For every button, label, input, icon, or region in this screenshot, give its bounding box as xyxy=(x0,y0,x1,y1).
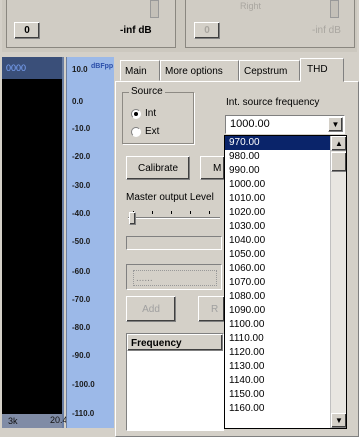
right-header-text: Right xyxy=(240,1,262,11)
dropdown-option[interactable]: 970.00 xyxy=(225,136,330,150)
frequency-dropdown-list[interactable]: 970.00 980.00 990.00 1000.00 1010.00 102… xyxy=(224,135,347,429)
arrow-up-icon[interactable]: ▲ xyxy=(331,136,346,151)
slider-tick xyxy=(171,211,172,214)
dropdown-option[interactable]: 1160.00 xyxy=(225,402,330,416)
dropdown-scrollbar[interactable]: ▲ ▼ xyxy=(330,136,346,428)
scale-label: -40.0 xyxy=(72,209,91,218)
dropdown-option[interactable]: 1050.00 xyxy=(225,248,330,262)
radio-int-indicator[interactable] xyxy=(131,108,141,119)
source-int-radio[interactable]: Int xyxy=(131,108,156,119)
spectrum-display[interactable]: 0000 3k xyxy=(2,57,64,428)
scale-label: -100.0 xyxy=(72,380,95,389)
tab-cepstrum[interactable]: Cepstrum xyxy=(239,60,300,81)
scale-label: -70.0 xyxy=(72,295,91,304)
add-button[interactable]: Add xyxy=(126,296,176,322)
tab-more-options[interactable]: More options xyxy=(160,60,239,81)
dropdown-option[interactable]: 1130.00 xyxy=(225,360,330,374)
dropdown-option[interactable]: 1100.00 xyxy=(225,318,330,332)
dropdown-scroll-thumb[interactable] xyxy=(331,152,346,172)
scale-label: -20.0 xyxy=(72,152,91,161)
slider-tick xyxy=(209,211,210,214)
dropdown-option[interactable]: 1010.00 xyxy=(225,192,330,206)
level-scale: 10.0 dBFpp 0.0 -10.0 -20.0 -30.0 -40.0 -… xyxy=(66,57,114,428)
dropdown-option[interactable]: 1020.00 xyxy=(225,206,330,220)
scale-label: -110.0 xyxy=(72,409,95,418)
master-output-track[interactable] xyxy=(128,217,220,219)
tab-thd[interactable]: THD xyxy=(300,58,344,82)
frequency-column-header[interactable]: Frequency xyxy=(127,334,223,351)
m-button[interactable]: M xyxy=(200,156,225,180)
dropdown-option[interactable]: 990.00 xyxy=(225,164,330,178)
source-ext-radio[interactable]: Ext xyxy=(131,126,159,137)
frequency-select-value: 1000.00 xyxy=(230,118,270,130)
dropdown-option[interactable]: 1120.00 xyxy=(225,346,330,360)
frequency-entry-focus: ...... xyxy=(133,270,217,286)
scale-label: -10.0 xyxy=(72,124,91,133)
dropdown-option[interactable]: 1090.00 xyxy=(225,304,330,318)
spectrum-top-readout: 0000 xyxy=(2,57,62,79)
scale-label: 0.0 xyxy=(72,97,84,106)
dropdown-option[interactable]: 1040.00 xyxy=(225,234,330,248)
scale-label: -60.0 xyxy=(72,267,91,276)
left-fader-stub[interactable] xyxy=(150,0,159,18)
scale-top-label: 10.0 xyxy=(72,65,88,74)
slider-tick xyxy=(152,211,153,214)
output-level-bar xyxy=(126,236,222,250)
source-ext-label: Ext xyxy=(145,126,160,137)
scale-label: -80.0 xyxy=(72,323,91,332)
master-output-label: Master output Level xyxy=(126,192,214,203)
left-zero-button[interactable]: 0 xyxy=(14,22,40,39)
scale-label: -90.0 xyxy=(72,351,91,360)
int-source-frequency-label: Int. source frequency xyxy=(226,97,320,108)
int-source-frequency-select[interactable]: 1000.00 ▼ xyxy=(225,115,345,134)
master-output-slider-thumb[interactable] xyxy=(129,212,136,225)
left-db-label: -inf dB xyxy=(120,25,152,36)
chevron-down-icon[interactable]: ▼ xyxy=(328,117,343,132)
slider-tick xyxy=(190,211,191,214)
right-zero-button[interactable]: 0 xyxy=(194,22,220,39)
scale-label: -50.0 xyxy=(72,237,91,246)
frequency-entry-placeholder: ...... xyxy=(136,273,153,284)
calibrate-button[interactable]: Calibrate xyxy=(126,156,190,180)
source-int-label: Int xyxy=(145,108,157,119)
right-db-label: -inf dB xyxy=(312,25,341,36)
dropdown-option[interactable]: 980.00 xyxy=(225,150,330,164)
tab-main[interactable]: Main xyxy=(120,60,160,81)
remove-button[interactable]: R xyxy=(198,296,225,322)
scale-unit: dBFpp xyxy=(91,63,114,70)
right-fader-stub[interactable] xyxy=(330,0,339,18)
source-group-label: Source xyxy=(129,86,165,97)
arrow-down-icon[interactable]: ▼ xyxy=(331,413,346,428)
dropdown-option[interactable]: 1080.00 xyxy=(225,290,330,304)
tab-strip: Main More options Cepstrum THD xyxy=(115,58,359,82)
dropdown-option[interactable]: 1110.00 xyxy=(225,332,330,346)
scale-label: -30.0 xyxy=(72,181,91,190)
dropdown-option[interactable]: 1030.00 xyxy=(225,220,330,234)
dropdown-option[interactable]: 1070.00 xyxy=(225,276,330,290)
x-axis-label-start: 3k xyxy=(8,416,18,426)
dropdown-option[interactable]: 1060.00 xyxy=(225,262,330,276)
dropdown-option[interactable]: 1150.00 xyxy=(225,388,330,402)
dropdown-option[interactable]: 1140.00 xyxy=(225,374,330,388)
dropdown-option[interactable]: 1000.00 xyxy=(225,178,330,192)
radio-ext-indicator[interactable] xyxy=(131,126,141,137)
